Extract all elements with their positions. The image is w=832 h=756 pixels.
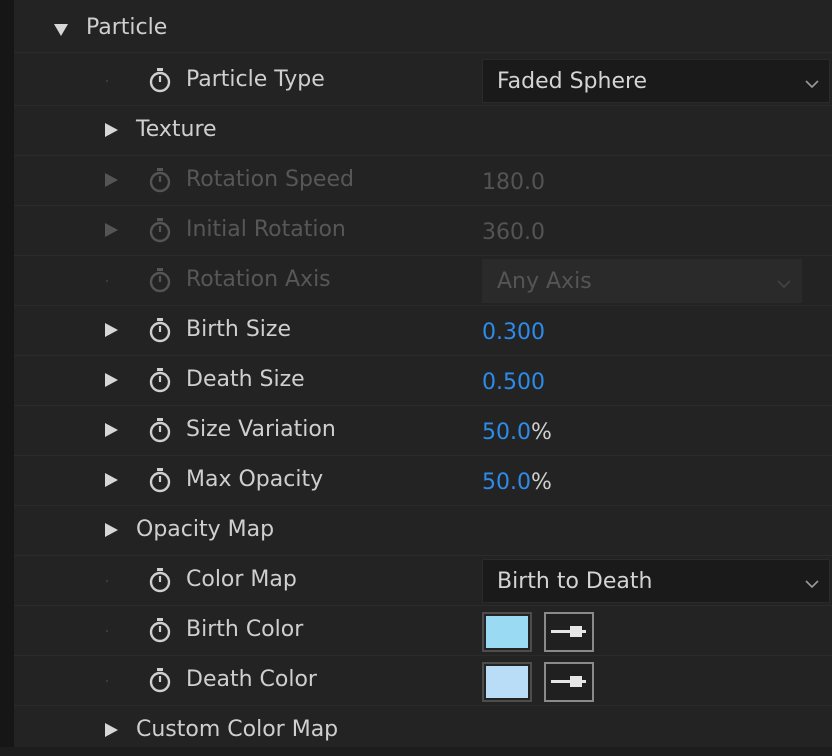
effect-controls-panel: Particle Particle Type Faded Sphere Text… bbox=[0, 0, 832, 747]
property-label: Death Size bbox=[186, 367, 305, 392]
group-row-texture[interactable]: Texture bbox=[14, 106, 832, 156]
triangle-right-icon[interactable] bbox=[105, 223, 118, 237]
property-label: Rotation Speed bbox=[186, 167, 354, 192]
stopwatch-icon[interactable] bbox=[148, 667, 172, 693]
property-row-death-color: Death Color bbox=[14, 656, 832, 706]
rotation-axis-dropdown: Any Axis bbox=[482, 259, 802, 303]
stopwatch-icon[interactable] bbox=[148, 567, 172, 593]
triangle-right-icon[interactable] bbox=[105, 473, 118, 487]
triangle-right-icon[interactable] bbox=[105, 323, 118, 337]
eyedropper-icon bbox=[551, 626, 586, 637]
property-label: Size Variation bbox=[186, 417, 336, 442]
section-particle[interactable]: Particle bbox=[14, 5, 832, 53]
property-label: Birth Color bbox=[186, 617, 304, 642]
row-indent-dot bbox=[106, 580, 108, 582]
chevron-down-icon bbox=[777, 274, 791, 293]
eyedropper-icon bbox=[551, 676, 586, 687]
particle-type-dropdown[interactable]: Faded Sphere bbox=[482, 59, 830, 103]
size-variation-value[interactable]: 50.0% bbox=[482, 418, 552, 448]
color-map-dropdown[interactable]: Birth to Death bbox=[482, 559, 830, 603]
value-number[interactable]: 0.300 bbox=[482, 320, 545, 345]
property-row-death-size: Death Size 0.500 bbox=[14, 356, 832, 406]
eyedropper-button[interactable] bbox=[544, 662, 594, 702]
property-label: Initial Rotation bbox=[186, 217, 346, 242]
property-label: Birth Size bbox=[186, 317, 291, 342]
stopwatch-icon bbox=[148, 167, 172, 193]
property-row-rotation-axis: Rotation Axis Any Axis bbox=[14, 256, 832, 306]
property-row-rotation-speed: Rotation Speed 180.0 bbox=[14, 156, 832, 206]
group-label: Texture bbox=[136, 117, 217, 142]
dropdown-value: Faded Sphere bbox=[497, 69, 648, 94]
stopwatch-icon[interactable] bbox=[148, 67, 172, 93]
birth-color-swatch[interactable] bbox=[482, 612, 532, 652]
triangle-right-icon[interactable] bbox=[105, 423, 118, 437]
value-unit: % bbox=[530, 420, 552, 445]
triangle-right-icon[interactable] bbox=[105, 173, 118, 187]
section-label: Particle bbox=[86, 15, 168, 40]
value-number[interactable]: 50.0 bbox=[482, 420, 531, 445]
property-row-birth-color: Birth Color bbox=[14, 606, 832, 656]
group-label: Custom Color Map bbox=[136, 717, 339, 742]
triangle-right-icon[interactable] bbox=[105, 123, 118, 137]
max-opacity-value[interactable]: 50.0% bbox=[482, 468, 552, 498]
triangle-right-icon[interactable] bbox=[105, 373, 118, 387]
property-row-size-variation: Size Variation 50.0% bbox=[14, 406, 832, 456]
property-row-color-map: Color Map Birth to Death bbox=[14, 556, 832, 606]
row-indent-dot bbox=[106, 280, 108, 282]
triangle-down-icon[interactable] bbox=[54, 24, 68, 36]
death-size-value[interactable]: 0.500 bbox=[482, 368, 545, 398]
row-indent-dot bbox=[106, 680, 108, 682]
group-label: Opacity Map bbox=[136, 517, 275, 542]
dropdown-value: Birth to Death bbox=[497, 569, 653, 594]
property-row-max-opacity: Max Opacity 50.0% bbox=[14, 456, 832, 506]
row-indent-dot bbox=[106, 80, 108, 82]
value-unit: % bbox=[530, 470, 552, 495]
property-row-particle-type: Particle Type Faded Sphere bbox=[14, 56, 832, 106]
stopwatch-icon[interactable] bbox=[148, 417, 172, 443]
initial-rotation-value: 360.0 bbox=[482, 220, 545, 245]
group-row-custom-color-map[interactable]: Custom Color Map bbox=[14, 706, 832, 756]
panel-left-gutter bbox=[0, 0, 14, 747]
group-row-opacity-map[interactable]: Opacity Map bbox=[14, 506, 832, 556]
death-color-swatch[interactable] bbox=[482, 662, 532, 702]
swatch-fill bbox=[486, 616, 528, 648]
property-row-initial-rotation: Initial Rotation 360.0 bbox=[14, 206, 832, 256]
property-row-birth-size: Birth Size 0.300 bbox=[14, 306, 832, 356]
stopwatch-icon bbox=[148, 267, 172, 293]
property-label: Rotation Axis bbox=[186, 267, 331, 292]
stopwatch-icon[interactable] bbox=[148, 467, 172, 493]
triangle-right-icon[interactable] bbox=[105, 723, 118, 737]
chevron-down-icon bbox=[805, 74, 819, 93]
stopwatch-icon bbox=[148, 217, 172, 243]
property-label: Color Map bbox=[186, 567, 297, 592]
property-label: Max Opacity bbox=[186, 467, 324, 492]
chevron-down-icon bbox=[805, 574, 819, 593]
eyedropper-button[interactable] bbox=[544, 612, 594, 652]
stopwatch-icon[interactable] bbox=[148, 317, 172, 343]
swatch-fill bbox=[486, 666, 528, 698]
rotation-speed-value: 180.0 bbox=[482, 170, 545, 195]
property-label: Particle Type bbox=[186, 67, 325, 92]
birth-size-value[interactable]: 0.300 bbox=[482, 318, 545, 348]
dropdown-value: Any Axis bbox=[497, 269, 592, 294]
triangle-right-icon[interactable] bbox=[105, 523, 118, 537]
property-label: Death Color bbox=[186, 667, 317, 692]
stopwatch-icon[interactable] bbox=[148, 617, 172, 643]
value-number[interactable]: 50.0 bbox=[482, 470, 531, 495]
row-indent-dot bbox=[106, 630, 108, 632]
stopwatch-icon[interactable] bbox=[148, 367, 172, 393]
value-number[interactable]: 0.500 bbox=[482, 370, 545, 395]
